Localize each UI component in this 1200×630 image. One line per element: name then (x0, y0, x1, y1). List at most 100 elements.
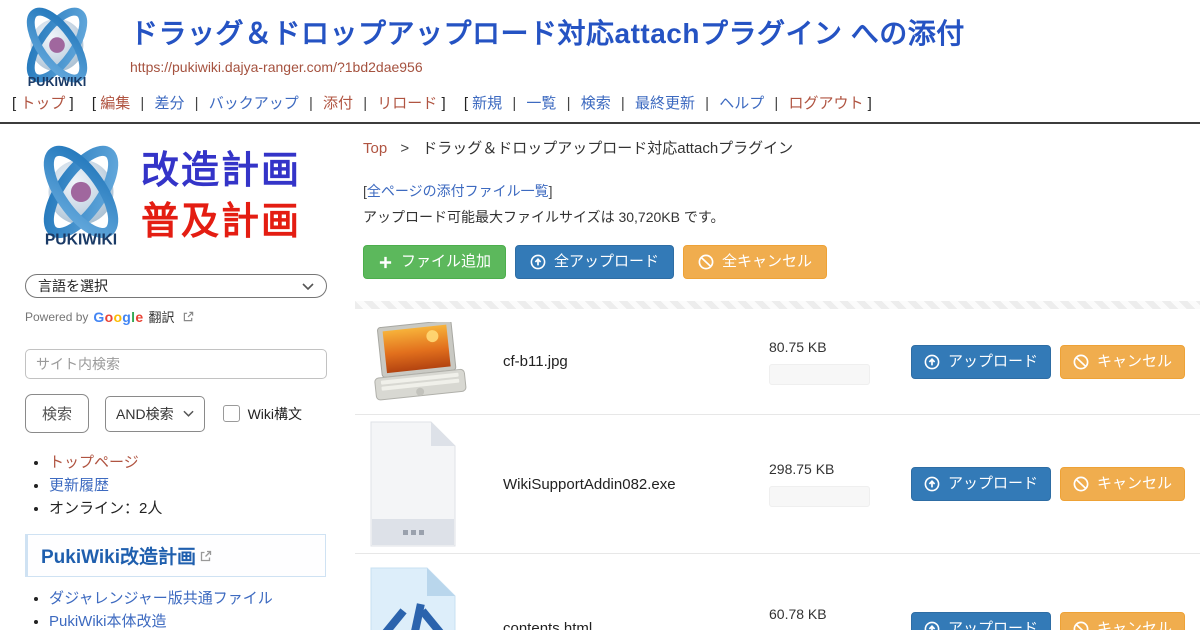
chevron-down-icon (183, 410, 194, 417)
bracket: ] (549, 183, 553, 199)
button-label: アップロード (948, 353, 1038, 371)
sidebar-item-core-mods[interactable]: PukiWiki本体改造 (49, 613, 167, 630)
nav-item-reload[interactable]: リロード (377, 95, 437, 112)
sidebar: PUKIWIKI 改造計画 普及計画 言語を選択 Powered by Goog… (0, 124, 345, 630)
svg-text:PUKIWIKI: PUKIWIKI (28, 75, 87, 89)
main-content: Top > ドラッグ＆ドロップアップロード対応attachプラグイン [全ページ… (345, 124, 1200, 630)
nav-item-diff[interactable]: 差分 (154, 95, 184, 112)
upload-progress-bar (769, 364, 870, 385)
list-item: 更新履歴 (49, 477, 329, 496)
breadcrumb-separator: > (400, 140, 409, 157)
wiki-syntax-label: Wiki構文 (248, 404, 302, 424)
nav-separator: | (621, 95, 625, 112)
nav-item-help[interactable]: ヘルプ (719, 95, 764, 112)
button-label: キャンセル (1097, 620, 1172, 630)
nav-separator: | (567, 95, 571, 112)
sidebar-links-top: トップページ 更新履歴 オンライン：2人 (25, 454, 329, 519)
button-label: アップロード (948, 475, 1038, 493)
search-mode-value: AND検索 (116, 404, 174, 424)
nav-item-list[interactable]: 一覧 (526, 95, 556, 112)
nav-separator: | (363, 95, 367, 112)
upload-button[interactable]: アップロード (911, 612, 1051, 630)
button-label: アップロード (948, 620, 1038, 630)
attach-list-row: [全ページの添付ファイル一覧] (355, 181, 1200, 201)
nav-group-site: [ 新規 | 一覧 | 検索 | 最終更新 | ヘルプ | ログアウト ] (464, 95, 872, 112)
pukiwiki-atom-icon: PUKIWIKI (25, 142, 137, 252)
language-select-value: 言語を選択 (38, 276, 108, 296)
button-label: 全アップロード (554, 253, 659, 271)
upload-circle-icon (924, 476, 940, 492)
sidebar-logo[interactable]: PUKIWIKI 改造計画 普及計画 (25, 138, 329, 256)
cancel-all-button[interactable]: 全キャンセル (683, 245, 827, 279)
add-files-button[interactable]: ファイル追加 (363, 245, 506, 279)
page-url-link[interactable]: https://pukiwiki.dajya-ranger.com/?1bd2d… (130, 59, 423, 75)
file-actions: アップロード キャンセル (911, 467, 1185, 501)
nav-separator: | (195, 95, 199, 112)
nav-item-recent[interactable]: 最終更新 (635, 95, 695, 112)
nav-separator: | (140, 95, 144, 112)
pukiwiki-kaizo-link[interactable]: PukiWiki改造計画 (41, 547, 196, 568)
file-size-cell: 298.75 KB (769, 461, 901, 507)
button-label: ファイル追加 (401, 253, 491, 271)
pukiwiki-attach-page: PUKIWIKI ドラッグ＆ドロップアップロード対応attachプラグイン への… (0, 0, 1200, 630)
pukiwiki-logo-icon[interactable]: PUKIWIKI (8, 6, 106, 92)
file-name: WikiSupportAddin082.exe (503, 476, 769, 493)
sidebar-section-header: PukiWiki改造計画 (25, 534, 326, 577)
file-thumbnail-cell (355, 322, 503, 402)
nav-item-backup[interactable]: バックアップ (209, 95, 299, 112)
file-size: 80.75 KB (769, 339, 901, 355)
file-actions: アップロード キャンセル (911, 345, 1185, 379)
sidebar-item-common-files[interactable]: ダジャレンジャー版共通ファイル (49, 590, 273, 607)
ban-icon (1073, 476, 1089, 492)
ban-icon (1073, 621, 1089, 630)
all-pages-attach-list-link[interactable]: 全ページの添付ファイル一覧 (367, 183, 549, 199)
cancel-button[interactable]: キャンセル (1060, 345, 1185, 379)
nav-group-top: [ トップ ] (12, 95, 78, 112)
max-upload-size-text: アップロード可能最大ファイルサイズは 30,720KB です。 (355, 207, 1200, 227)
cancel-button[interactable]: キャンセル (1060, 467, 1185, 501)
bracket: ] (70, 95, 74, 112)
nav-separator: | (309, 95, 313, 112)
search-mode-select[interactable]: AND検索 (105, 396, 205, 432)
button-label: 全キャンセル (722, 253, 812, 271)
bracket: [ (464, 95, 468, 112)
list-item: PukiWiki本体改造 (49, 613, 329, 630)
cancel-button[interactable]: キャンセル (1060, 612, 1185, 630)
file-row: cf-b11.jpg 80.75 KB アップロード (355, 309, 1200, 415)
file-thumbnail-cell (355, 566, 503, 630)
list-item: オンライン：2人 (49, 500, 329, 519)
dropzone-border (355, 301, 1200, 309)
nav-item-new[interactable]: 新規 (472, 95, 502, 112)
site-search-input[interactable] (25, 349, 327, 379)
logo-line-fukyu: 普及計画 (141, 197, 301, 248)
language-select[interactable]: 言語を選択 (25, 274, 327, 298)
breadcrumb-current: ドラッグ＆ドロップアップロード対応attachプラグイン (422, 140, 793, 157)
sidebar-item-toppage[interactable]: トップページ (49, 454, 139, 471)
sidebar-item-recent-changes[interactable]: 更新履歴 (49, 477, 109, 494)
nav-item-top[interactable]: トップ (20, 95, 65, 112)
google-translate-attribution: Powered by Google 翻訳 (25, 307, 329, 326)
powered-by-text: Powered by (25, 310, 88, 324)
nav-group-page: [ 編集 | 差分 | バックアップ | 添付 | リロード ] (92, 95, 450, 112)
bracket: [ (92, 95, 96, 112)
nav-separator: | (774, 95, 778, 112)
file-row: WikiSupportAddin082.exe 298.75 KB アップロード (355, 415, 1200, 554)
upload-button[interactable]: アップロード (911, 467, 1051, 501)
file-size: 298.75 KB (769, 461, 901, 477)
google-logo-text: Google (93, 309, 143, 325)
upload-all-button[interactable]: 全アップロード (515, 245, 674, 279)
nav-item-logout[interactable]: ログアウト (788, 95, 863, 112)
upload-progress-bar (769, 486, 870, 507)
translate-link[interactable]: 翻訳 (148, 307, 174, 326)
wiki-syntax-checkbox[interactable] (223, 405, 240, 422)
nav-item-search[interactable]: 検索 (581, 95, 611, 112)
bracket: ] (868, 95, 872, 112)
ban-icon (1073, 354, 1089, 370)
bracket: [ (12, 95, 16, 112)
search-button[interactable]: 検索 (25, 394, 89, 433)
file-size-cell: 60.78 KB (769, 606, 901, 630)
nav-item-attach[interactable]: 添付 (323, 95, 353, 112)
breadcrumb-home-link[interactable]: Top (363, 140, 387, 157)
upload-button[interactable]: アップロード (911, 345, 1051, 379)
nav-item-edit[interactable]: 編集 (100, 95, 130, 112)
